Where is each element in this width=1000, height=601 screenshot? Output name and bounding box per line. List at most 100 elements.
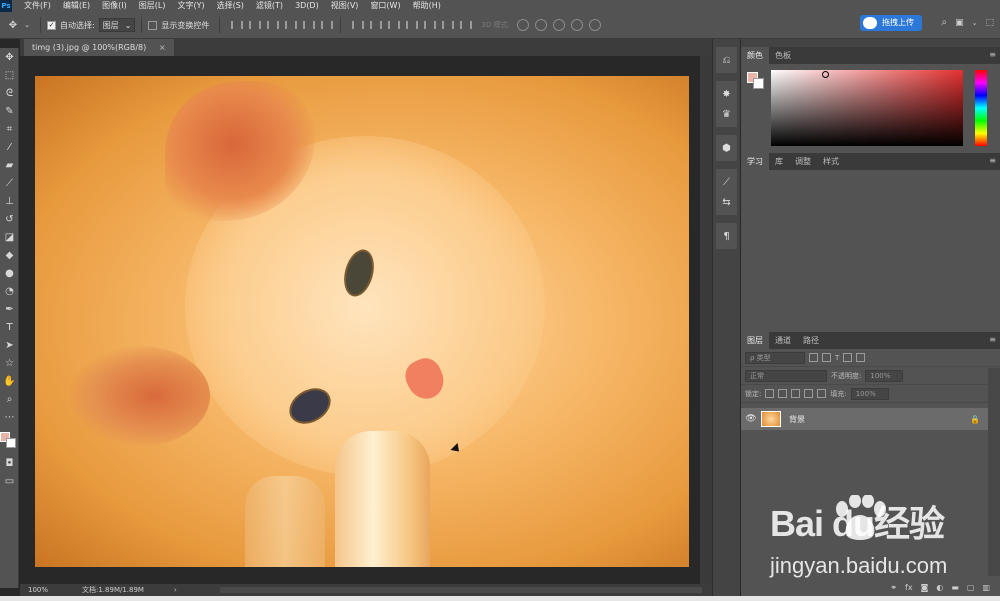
distribute-bottom-icon[interactable] [386, 19, 401, 31]
tab-paths[interactable]: 路径 [797, 332, 825, 349]
lasso-tool-icon[interactable]: ᘓ [0, 84, 19, 102]
distribute-right-icon[interactable] [440, 19, 455, 31]
search-icon[interactable]: ⌕ [941, 17, 947, 28]
layer-name[interactable]: 背景 [789, 414, 805, 425]
eyedropper-tool-icon[interactable]: ⁄ [0, 138, 19, 156]
panel-menu-icon[interactable]: ≡ [989, 335, 996, 344]
more-tools-icon[interactable]: ⋯ [0, 408, 19, 426]
hand-tool-icon[interactable]: ✋ [0, 372, 19, 390]
tab-learn[interactable]: 学习 [741, 153, 769, 170]
color-swatches[interactable] [0, 426, 18, 454]
lock-pixels-icon[interactable] [778, 389, 788, 398]
tab-swatches[interactable]: 色板 [769, 47, 797, 64]
zoom-tool-icon[interactable]: ⌕ [0, 390, 19, 408]
camera-3d-icon[interactable] [588, 19, 601, 31]
pixel-filter-icon[interactable] [809, 353, 818, 362]
marquee-tool-icon[interactable]: ⬚ [0, 66, 19, 84]
hue-slider[interactable] [975, 70, 987, 146]
align-horizontal-center-icon[interactable] [301, 19, 316, 31]
menu-help[interactable]: 帮助(H) [413, 0, 441, 12]
paragraph-panel-icon[interactable]: ¶ [716, 226, 737, 246]
eye-icon[interactable]: 👁 [741, 414, 761, 424]
type-tool-icon[interactable]: T [0, 318, 19, 336]
vertical-scrollbar[interactable] [700, 56, 712, 584]
orbit-3d-icon[interactable] [516, 19, 529, 31]
libraries-panel-icon[interactable]: ♛ [716, 104, 737, 124]
distribute-left-icon[interactable] [404, 19, 419, 31]
cat-photo[interactable] [35, 76, 689, 567]
menu-select[interactable]: 选择(S) [217, 0, 244, 12]
background-color-swatch[interactable] [6, 438, 16, 448]
paint-bucket-tool-icon[interactable]: ◆ [0, 246, 19, 264]
move-tool-icon[interactable]: ✥ [6, 18, 20, 32]
share-icon[interactable]: ⬚ [985, 18, 994, 28]
close-icon[interactable]: × [159, 43, 166, 52]
align-left-icon[interactable] [283, 19, 298, 31]
menu-edit[interactable]: 编辑(E) [63, 0, 90, 12]
distribute-vertical-center-icon[interactable] [368, 19, 383, 31]
tab-channels[interactable]: 通道 [769, 332, 797, 349]
lock-all-icon[interactable] [817, 389, 827, 398]
properties-panel-icon[interactable]: ⇆ [716, 192, 737, 212]
chevron-down-icon[interactable]: ⌄ [20, 18, 34, 32]
horizontal-scrollbar[interactable] [220, 587, 702, 593]
panel-menu-icon[interactable]: ≡ [989, 156, 996, 165]
quick-select-tool-icon[interactable]: ✎ [0, 102, 19, 120]
menu-filter[interactable]: 滤镜(T) [256, 0, 283, 12]
menu-view[interactable]: 视图(V) [331, 0, 359, 12]
adjustments-panel-icon[interactable]: ✸ [716, 84, 737, 104]
blend-mode-select[interactable]: 正常 [745, 369, 827, 382]
roll-3d-icon[interactable] [534, 19, 547, 31]
healing-brush-tool-icon[interactable]: ▰ [0, 156, 19, 174]
distribute-top-icon[interactable] [350, 19, 365, 31]
blur-tool-icon[interactable]: ● [0, 264, 19, 282]
background-color-swatch[interactable] [753, 78, 764, 89]
layer-row[interactable]: 👁 背景 🔒 [741, 408, 988, 430]
adjustment-filter-icon[interactable] [822, 353, 831, 362]
clone-stamp-tool-icon[interactable]: ⊥ [0, 192, 19, 210]
lock-icon[interactable]: 🔒 [970, 415, 980, 424]
fill-input[interactable]: 100% [850, 387, 889, 400]
menu-layer[interactable]: 图层(L) [139, 0, 166, 12]
menu-3d[interactable]: 3D(D) [295, 0, 319, 12]
slide-3d-icon[interactable] [570, 19, 583, 31]
show-transform-checkbox[interactable]: ✓ [148, 20, 158, 30]
lock-transparent-icon[interactable] [765, 389, 775, 398]
brush-tool-icon[interactable]: ⟋ [0, 174, 19, 192]
zoom-level[interactable]: 100% [20, 586, 70, 594]
tab-adjustments[interactable]: 调整 [789, 153, 817, 170]
new-layer-icon[interactable]: ▢ [967, 583, 975, 592]
pan-3d-icon[interactable] [552, 19, 565, 31]
trash-icon[interactable]: ▥ [982, 583, 990, 592]
3d-panel-icon[interactable]: ⬢ [716, 138, 737, 158]
eraser-tool-icon[interactable]: ◪ [0, 228, 19, 246]
status-menu-arrow-icon[interactable]: › [174, 586, 177, 594]
move-tool-icon[interactable]: ✥ [0, 48, 19, 66]
color-picker-handle[interactable] [822, 71, 829, 78]
history-panel-icon[interactable]: ⎌ [716, 50, 737, 70]
menu-image[interactable]: 图像(I) [102, 0, 127, 12]
opacity-input[interactable]: 100% [865, 369, 904, 382]
document-tab[interactable]: timg (3).jpg @ 100%(RGB/8) × [24, 39, 174, 56]
tab-color[interactable]: 颜色 [741, 47, 769, 64]
screen-mode-icon[interactable]: ▭ [0, 472, 19, 490]
menu-file[interactable]: 文件(F) [24, 0, 51, 12]
tab-layers[interactable]: 图层 [741, 332, 769, 349]
auto-align-icon[interactable] [458, 19, 473, 31]
lock-position-icon[interactable] [791, 389, 801, 398]
workspace-icon[interactable]: ▣ [955, 18, 964, 28]
tab-libraries[interactable]: 库 [769, 153, 789, 170]
pen-tool-icon[interactable]: ✒ [0, 300, 19, 318]
dodge-tool-icon[interactable]: ◔ [0, 282, 19, 300]
canvas-area[interactable] [20, 56, 712, 584]
layer-kind-filter[interactable]: ρ 类型 [745, 351, 805, 364]
smart-object-filter-icon[interactable] [856, 353, 866, 362]
lock-artboard-icon[interactable] [804, 389, 814, 398]
distribute-horizontal-center-icon[interactable] [422, 19, 437, 31]
layers-scrollbar[interactable] [988, 368, 1000, 576]
chevron-down-icon[interactable]: ⌄ [972, 19, 978, 27]
auto-select-checkbox[interactable]: ✓ [47, 20, 56, 30]
auto-select-dropdown[interactable]: 图层 ⌄ [98, 18, 136, 32]
type-filter-icon[interactable]: T [835, 354, 839, 362]
shape-tool-icon[interactable]: ☆ [0, 354, 19, 372]
